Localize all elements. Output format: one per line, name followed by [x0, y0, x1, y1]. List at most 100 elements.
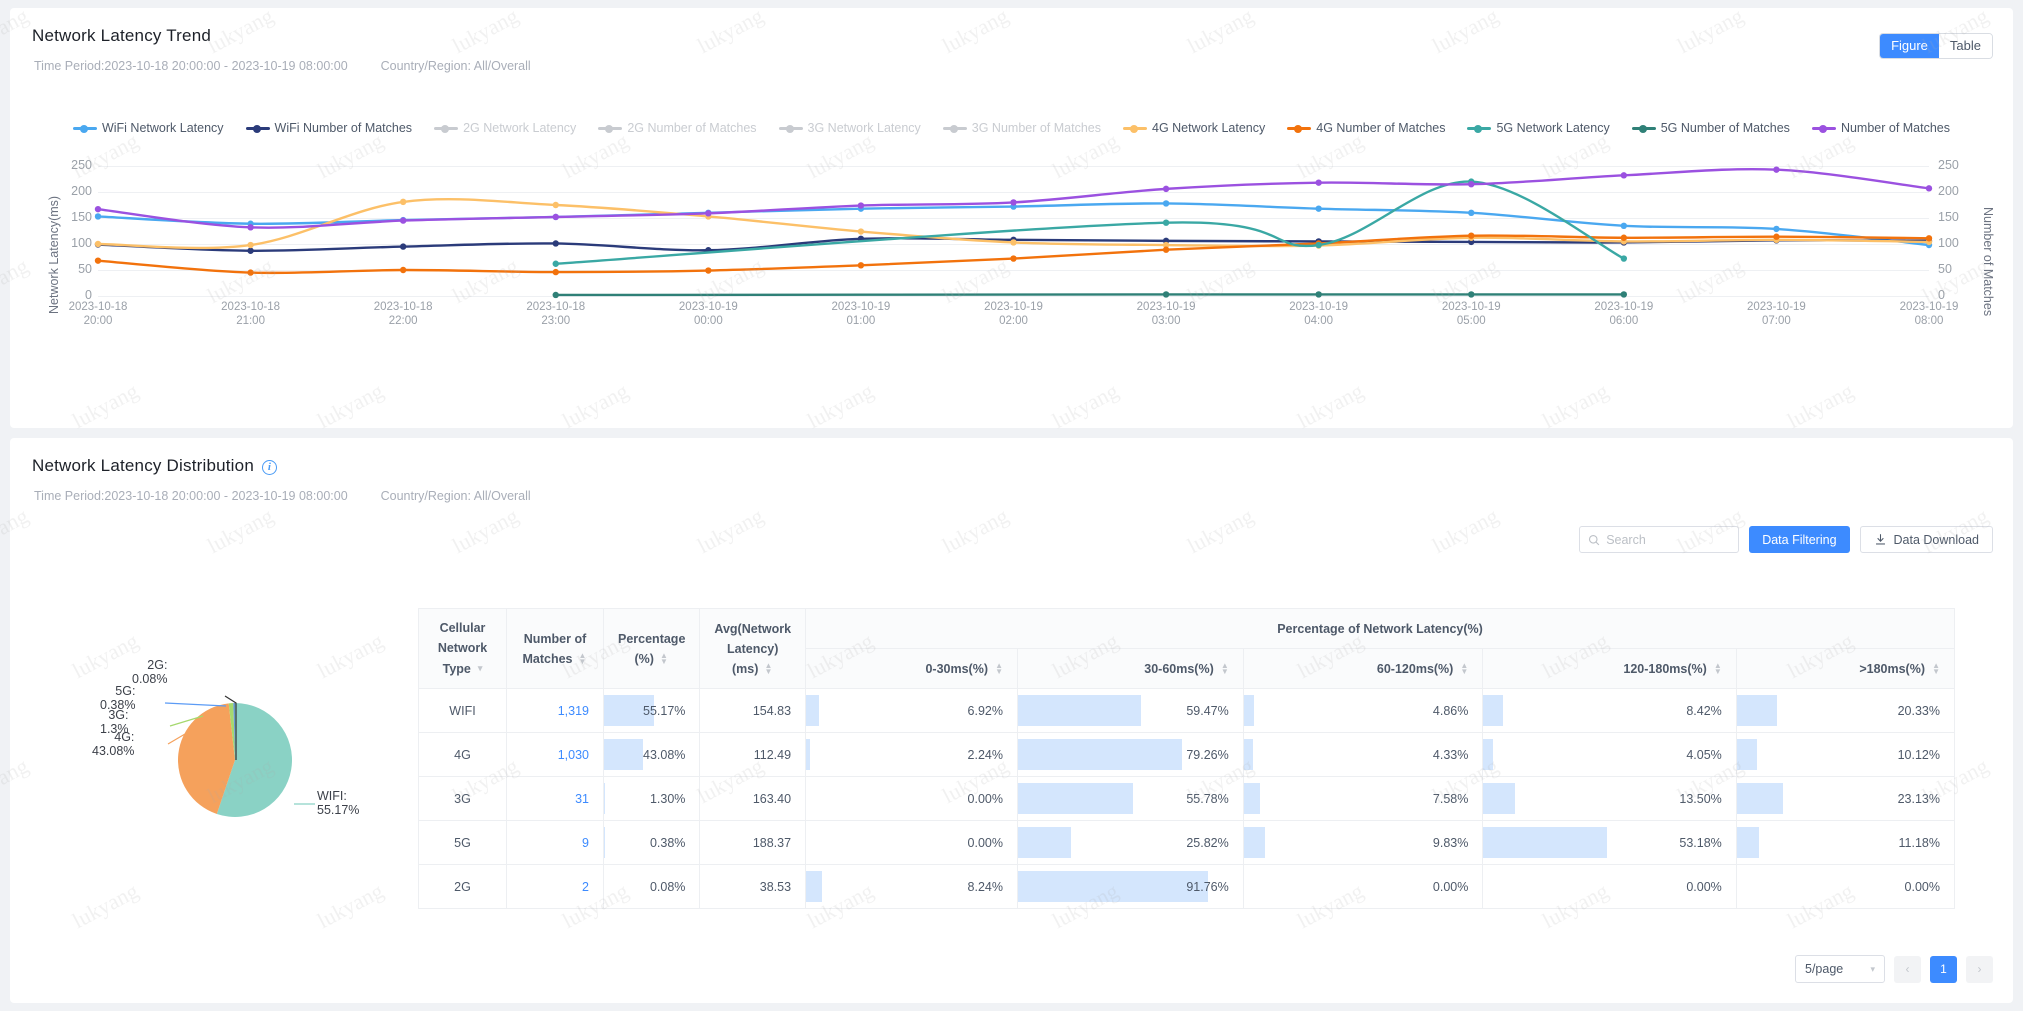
legend-label: 3G Number of Matches: [972, 121, 1101, 135]
col-120-180ms[interactable]: 120-180ms(%)▲▼: [1483, 649, 1736, 689]
cell-b60-120: 9.83%: [1243, 821, 1483, 865]
x-axis-tick: 2023-10-1907:00: [1721, 300, 1831, 328]
network-latency-distribution-card: Network Latency Distributioni Time Perio…: [10, 438, 2013, 1003]
col-over-180ms[interactable]: >180ms(%) ▲▼: [1736, 649, 1954, 689]
prev-page-button[interactable]: ‹: [1894, 956, 1921, 983]
info-icon[interactable]: i: [262, 460, 277, 475]
view-mode-toggle[interactable]: Figure Table: [1879, 33, 1993, 59]
cell-b120-180: 13.50%: [1483, 777, 1736, 821]
series-point: [1010, 199, 1016, 205]
cell-number-of-matches[interactable]: 9: [507, 821, 604, 865]
legend-item-3g-number-of-matches[interactable]: 3G Number of Matches: [943, 121, 1101, 135]
tab-figure[interactable]: Figure: [1880, 34, 1939, 58]
series-point: [95, 206, 101, 212]
col-percentage[interactable]: Percentage (%)▲▼: [604, 609, 700, 689]
legend-item-2g-network-latency[interactable]: 2G Network Latency: [434, 121, 576, 135]
watermark-text: lukyang: [0, 1003, 33, 1011]
legend-label: 5G Network Latency: [1496, 121, 1609, 135]
col-30-60ms[interactable]: 30-60ms(%)▲▼: [1017, 649, 1243, 689]
cell-percentage: 0.08%: [604, 865, 700, 909]
series-line: [98, 169, 1929, 228]
series-line: [556, 182, 1624, 264]
legend-label: 2G Network Latency: [463, 121, 576, 135]
legend-marker-icon: [598, 122, 622, 134]
table-row[interactable]: 2G20.08%38.538.24%91.76%0.00%0.00%0.00%: [419, 865, 1955, 909]
series-point: [553, 292, 559, 298]
col-label-over-180ms: >180ms(%): [1859, 662, 1925, 676]
series-point: [858, 202, 864, 208]
page-1-button[interactable]: 1: [1930, 956, 1957, 983]
series-point: [1621, 255, 1627, 261]
col-cellular-network-type[interactable]: Cellular Network Type▾: [419, 609, 507, 689]
legend-marker-icon: [779, 122, 803, 134]
sort-icon[interactable]: ▲▼: [659, 653, 669, 665]
table-row[interactable]: WIFI1,31955.17%154.836.92%59.47%4.86%8.4…: [419, 689, 1955, 733]
col-avg-network-latency[interactable]: Avg(Network Latency) (ms)▲▼: [700, 609, 806, 689]
x-axis-tick: 2023-10-1900:00: [653, 300, 763, 328]
sort-icon[interactable]: ▲▼: [1712, 663, 1722, 675]
series-point: [553, 240, 559, 246]
sort-icon[interactable]: ▲▼: [763, 663, 773, 675]
legend-item-2g-number-of-matches[interactable]: 2G Number of Matches: [598, 121, 756, 135]
watermark-text: lukyang: [1918, 1003, 1993, 1011]
legend-item-number-of-matches[interactable]: Number of Matches: [1812, 121, 1950, 135]
col-0-30ms[interactable]: 0-30ms(%)▲▼: [806, 649, 1018, 689]
legend-item-4g-number-of-matches[interactable]: 4G Number of Matches: [1287, 121, 1445, 135]
series-point: [1010, 255, 1016, 261]
col-number-of-matches[interactable]: Number of Matches▲▼: [507, 609, 604, 689]
page-size-value: 5/page: [1805, 962, 1843, 976]
legend-item-wifi-number-of-matches[interactable]: WiFi Number of Matches: [246, 121, 413, 135]
legend-label: 5G Number of Matches: [1661, 121, 1790, 135]
legend-label: 2G Number of Matches: [627, 121, 756, 135]
series-point: [1163, 186, 1169, 192]
table-row[interactable]: 4G1,03043.08%112.492.24%79.26%4.33%4.05%…: [419, 733, 1955, 777]
cell-number-of-matches[interactable]: 2: [507, 865, 604, 909]
legend-label: 4G Number of Matches: [1316, 121, 1445, 135]
x-axis-tick: 2023-10-1903:00: [1111, 300, 1221, 328]
table-row[interactable]: 3G311.30%163.400.00%55.78%7.58%13.50%23.…: [419, 777, 1955, 821]
legend-item-5g-network-latency[interactable]: 5G Network Latency: [1467, 121, 1609, 135]
cell-avg-latency: 38.53: [700, 865, 806, 909]
distribution-time-period: Time Period:2023-10-18 20:00:00 - 2023-1…: [34, 489, 348, 503]
data-download-button[interactable]: Data Download: [1860, 526, 1993, 553]
data-filtering-button[interactable]: Data Filtering: [1749, 526, 1849, 553]
sort-icon[interactable]: ▲▼: [1930, 663, 1940, 675]
legend-item-4g-network-latency[interactable]: 4G Network Latency: [1123, 121, 1265, 135]
x-axis-tick: 2023-10-1904:00: [1264, 300, 1374, 328]
legend-label: WiFi Number of Matches: [275, 121, 413, 135]
legend-item-wifi-network-latency[interactable]: WiFi Network Latency: [73, 121, 224, 135]
cell-b30-60: 79.26%: [1017, 733, 1243, 777]
trend-chart: Network Latency(ms) Number of Matches 25…: [10, 148, 2013, 408]
series-point: [95, 257, 101, 263]
x-axis-tick: 2023-10-1901:00: [806, 300, 916, 328]
search-input[interactable]: Search: [1579, 526, 1739, 553]
series-point: [1468, 210, 1474, 216]
watermark-text: lukyang: [1428, 1003, 1503, 1011]
cell-number-of-matches[interactable]: 1,319: [507, 689, 604, 733]
tab-table[interactable]: Table: [1939, 34, 1992, 58]
col-60-120ms[interactable]: 60-120ms(%) ▲▼: [1243, 649, 1483, 689]
sort-icon[interactable]: ▲▼: [1458, 663, 1468, 675]
sort-icon[interactable]: ▲▼: [578, 653, 588, 665]
table-row[interactable]: 5G90.38%188.370.00%25.82%9.83%53.18%11.1…: [419, 821, 1955, 865]
page-size-select[interactable]: 5/page ▾: [1795, 955, 1885, 983]
series-point: [247, 248, 253, 254]
legend-item-5g-number-of-matches[interactable]: 5G Number of Matches: [1632, 121, 1790, 135]
trend-line-plot: [10, 148, 2013, 408]
cell-b60-120: 4.86%: [1243, 689, 1483, 733]
chevron-down-icon: ▾: [478, 658, 483, 678]
trend-time-period: Time Period:2023-10-18 20:00:00 - 2023-1…: [34, 59, 348, 73]
search-icon: [1588, 534, 1600, 546]
cell-number-of-matches[interactable]: 1,030: [507, 733, 604, 777]
col-label-60-120ms: 60-120ms(%): [1377, 662, 1453, 676]
cell-b180: 20.33%: [1736, 689, 1954, 733]
cell-number-of-matches[interactable]: 31: [507, 777, 604, 821]
sort-icon[interactable]: ▲▼: [993, 663, 1003, 675]
legend-item-3g-network-latency[interactable]: 3G Network Latency: [779, 121, 921, 135]
series-point: [858, 262, 864, 268]
cell-b120-180: 8.42%: [1483, 689, 1736, 733]
next-page-button[interactable]: ›: [1966, 956, 1993, 983]
cell-b30-60: 55.78%: [1017, 777, 1243, 821]
chart-legend: WiFi Network Latency WiFi Number of Match…: [10, 121, 2013, 135]
sort-icon[interactable]: ▲▼: [1219, 663, 1229, 675]
